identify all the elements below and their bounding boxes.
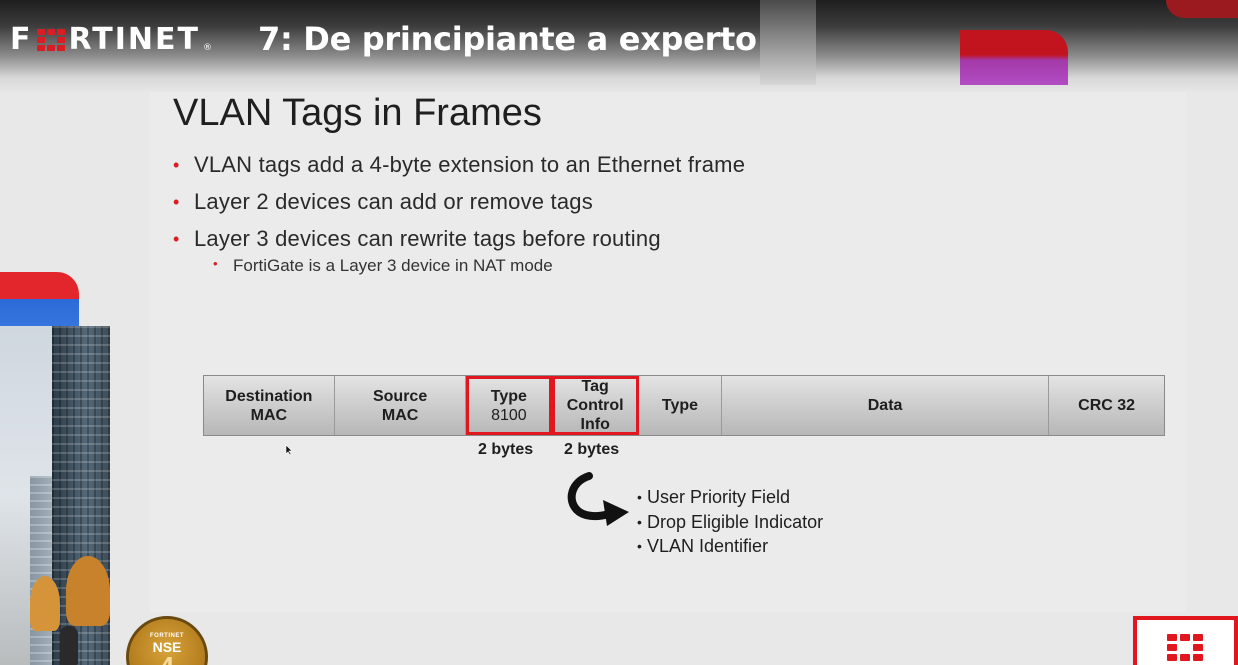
ethernet-frame-diagram: Destination MAC Source MAC Type 8100 Tag Con… <box>203 375 1165 436</box>
logo-letters: RTINET <box>68 22 200 57</box>
fortinet-grid-icon <box>36 28 65 51</box>
decorative-red-tab <box>960 30 1068 85</box>
byte-size-label: 2 bytes <box>478 441 534 458</box>
course-title: 7: De principiante a experto <box>258 20 757 58</box>
decorative-corner <box>1166 0 1238 18</box>
frame-field-type-8100: Type 8100 <box>466 376 553 435</box>
decorative-block <box>760 0 816 85</box>
bullet-item: VLAN tags add a 4-byte extension to an E… <box>173 150 745 187</box>
sub-bullet: FortiGate is a Layer 3 device in NAT mod… <box>213 256 553 276</box>
fortinet-logo-icon <box>1133 616 1238 665</box>
city-photo <box>0 326 110 665</box>
tci-detail-list: User Priority Field Drop Eligible Indica… <box>637 486 823 560</box>
bullet-item: Layer 2 devices can add or remove tags <box>173 187 745 224</box>
curved-arrow-icon <box>567 472 629 526</box>
side-red-tab <box>0 272 79 299</box>
byte-size-label: 2 bytes <box>564 441 620 458</box>
mouse-cursor-icon <box>285 444 293 456</box>
registered-mark: ® <box>202 43 214 53</box>
frame-field-destination-mac: Destination MAC <box>204 376 335 435</box>
frame-field-tag-control-info: Tag Control Info <box>552 376 640 435</box>
fortinet-logo: F RTINET ® <box>10 22 214 57</box>
tci-detail-item: VLAN Identifier <box>637 535 823 560</box>
bullet-list: VLAN tags add a 4-byte extension to an E… <box>173 150 745 261</box>
frame-field-source-mac: Source MAC <box>334 376 467 435</box>
logo-letter-f: F <box>10 22 33 57</box>
slide-title: VLAN Tags in Frames <box>173 92 542 134</box>
tci-detail-item: Drop Eligible Indicator <box>637 511 823 536</box>
frame-field-crc32: CRC 32 <box>1049 376 1164 435</box>
frame-field-data: Data <box>721 376 1050 435</box>
frame-field-type: Type <box>639 376 722 435</box>
badge-level: 4 <box>129 651 205 665</box>
tci-detail-item: User Priority Field <box>637 486 823 511</box>
nse-level-badge: FORTINET NSE 4 <box>126 616 208 665</box>
